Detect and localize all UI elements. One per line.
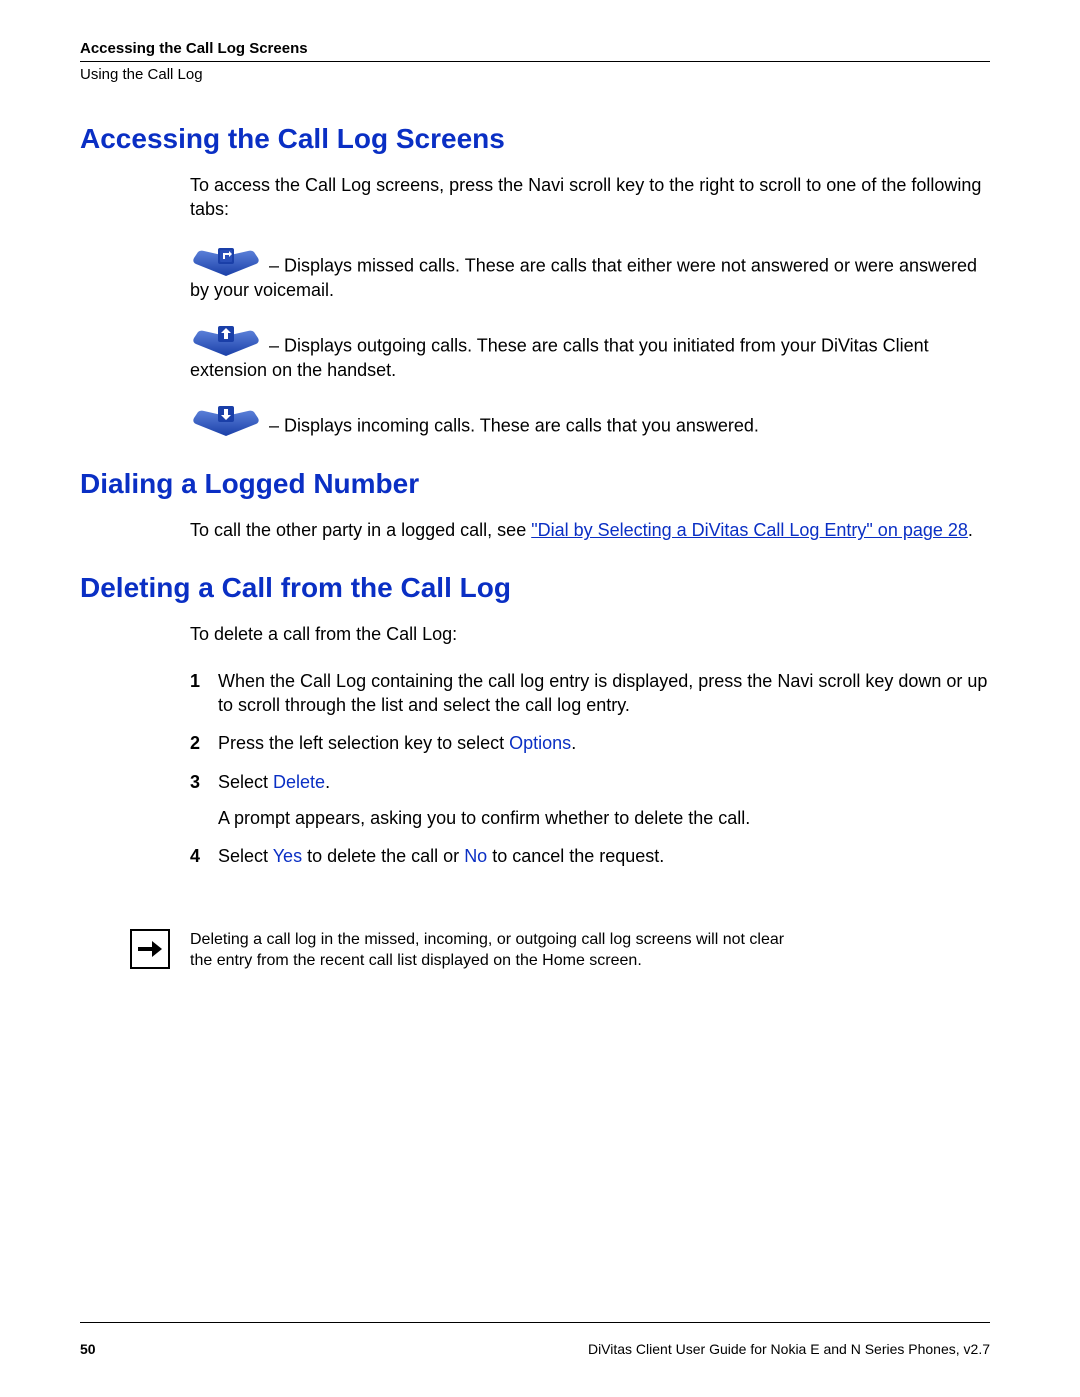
step-4: 4 Select Yes to delete the call or No to… <box>190 844 990 868</box>
note-arrow-icon <box>130 929 170 969</box>
step-2-text: Press the left selection key to select O… <box>218 731 990 755</box>
step-4-text: Select Yes to delete the call or No to c… <box>218 844 990 868</box>
section1-body: To access the Call Log screens, press th… <box>190 173 990 438</box>
footer-doc-title: DiVitas Client User Guide for Nokia E an… <box>588 1341 990 1357</box>
step-3-text: Select Delete. A prompt appears, asking … <box>218 770 990 831</box>
step-num-4: 4 <box>190 844 218 868</box>
tab-outgoing-row: – Displays outgoing calls. These are cal… <box>190 324 990 382</box>
section2-para: To call the other party in a logged call… <box>190 518 990 542</box>
heading-accessing: Accessing the Call Log Screens <box>80 123 990 155</box>
note-text: Deleting a call log in the missed, incom… <box>190 929 790 972</box>
missed-calls-icon <box>190 244 262 278</box>
tab-missed-text: – Displays missed calls. These are calls… <box>190 255 977 299</box>
step-3: 3 Select Delete. A prompt appears, askin… <box>190 770 990 831</box>
dial-by-selecting-link[interactable]: "Dial by Selecting a DiVitas Call Log En… <box>531 520 968 540</box>
outgoing-calls-icon <box>190 324 262 358</box>
step-num-2: 2 <box>190 731 218 755</box>
page-header: Accessing the Call Log Screens Using the… <box>80 40 990 83</box>
step-3-sub: A prompt appears, asking you to confirm … <box>218 806 990 830</box>
incoming-calls-icon <box>190 404 262 438</box>
section1-intro: To access the Call Log screens, press th… <box>190 173 990 222</box>
heading-dialing: Dialing a Logged Number <box>80 468 990 500</box>
step-num-3: 3 <box>190 770 218 831</box>
section2-text-after: . <box>968 520 973 540</box>
section2-text-before: To call the other party in a logged call… <box>190 520 531 540</box>
page: Accessing the Call Log Screens Using the… <box>0 0 1080 1397</box>
tab-incoming-row: – Displays incoming calls. These are cal… <box>190 404 990 438</box>
section3-intro: To delete a call from the Call Log: <box>190 622 990 646</box>
tab-incoming-text: – Displays incoming calls. These are cal… <box>264 416 759 436</box>
section3-body: To delete a call from the Call Log: 1 Wh… <box>190 622 990 868</box>
page-footer: 50 DiVitas Client User Guide for Nokia E… <box>80 1322 990 1357</box>
step-1-text: When the Call Log containing the call lo… <box>218 669 990 718</box>
options-term: Options <box>509 733 571 753</box>
tab-outgoing-text: – Displays outgoing calls. These are cal… <box>190 336 929 380</box>
section2-body: To call the other party in a logged call… <box>190 518 990 542</box>
delete-term: Delete <box>273 772 325 792</box>
step-1: 1 When the Call Log containing the call … <box>190 669 990 718</box>
note-row: Deleting a call log in the missed, incom… <box>130 929 990 972</box>
header-subtitle: Using the Call Log <box>80 61 990 83</box>
yes-term: Yes <box>273 846 302 866</box>
header-title: Accessing the Call Log Screens <box>80 40 990 57</box>
steps-list: 1 When the Call Log containing the call … <box>190 669 990 869</box>
heading-deleting: Deleting a Call from the Call Log <box>80 572 990 604</box>
page-number: 50 <box>80 1341 96 1357</box>
tab-missed-row: – Displays missed calls. These are calls… <box>190 244 990 302</box>
no-term: No <box>464 846 487 866</box>
step-2: 2 Press the left selection key to select… <box>190 731 990 755</box>
step-num-1: 1 <box>190 669 218 718</box>
